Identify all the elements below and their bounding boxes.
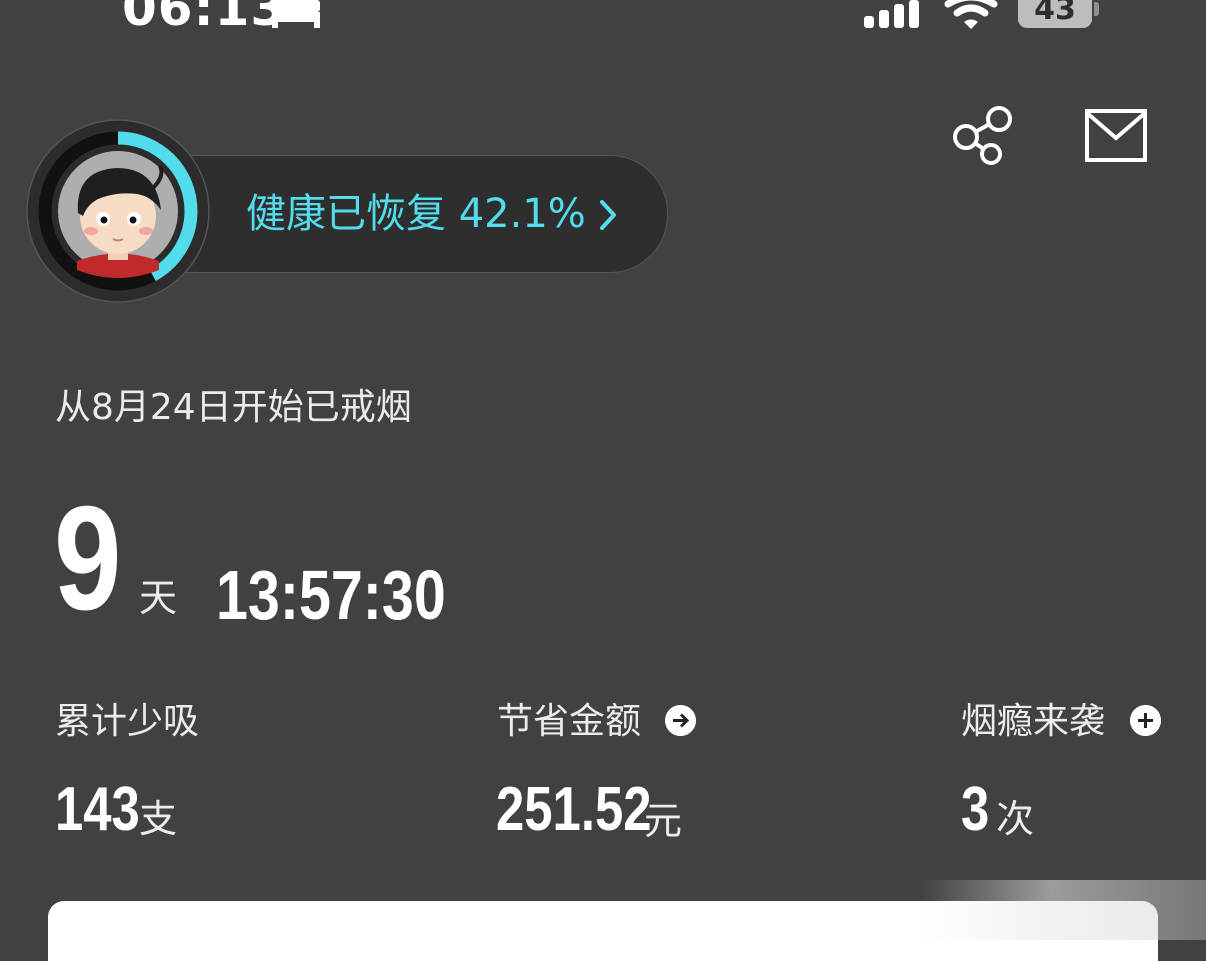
chevron-right-icon (600, 200, 616, 230)
bed-icon (272, 0, 320, 28)
battery-level: 43 (1034, 0, 1076, 27)
share-icon[interactable] (950, 104, 1016, 166)
stat-value-cravings: 3 (961, 775, 990, 844)
mail-icon[interactable] (1084, 108, 1148, 164)
days-unit: 天 (139, 576, 178, 620)
stat-unit-cigarettes-avoided: 支 (139, 797, 178, 841)
stat-label-cigarettes-avoided: 累计少吸 (55, 701, 200, 742)
card-shadow-overlay (920, 880, 1206, 940)
elapsed-clock: 13:57:30 (216, 556, 446, 634)
days-count: 9 (54, 476, 122, 641)
plus-circle-icon[interactable] (1130, 705, 1161, 736)
stat-value-money-saved: 251.52 (496, 775, 652, 844)
battery-tip (1094, 2, 1099, 16)
stat-label-money-saved[interactable]: 节省金额 (497, 700, 641, 744)
quit-since-text: 从8月24日开始已戒烟 (55, 387, 412, 428)
stat-unit-cravings: 次 (996, 797, 1035, 841)
stat-value-cigarettes-avoided: 143 (55, 775, 140, 844)
avatar[interactable] (25, 118, 211, 304)
signal-icon (864, 0, 919, 28)
stat-label-cravings[interactable]: 烟瘾来袭 (961, 700, 1105, 744)
health-recovery-text: 健康已恢复 42.1% (246, 191, 586, 237)
stat-unit-money-saved: 元 (644, 799, 683, 843)
battery-icon: 43 (1018, 0, 1092, 28)
wifi-icon (944, 0, 998, 29)
status-time: 06:13 (122, 0, 287, 37)
arrow-right-circle-icon[interactable] (665, 705, 696, 736)
